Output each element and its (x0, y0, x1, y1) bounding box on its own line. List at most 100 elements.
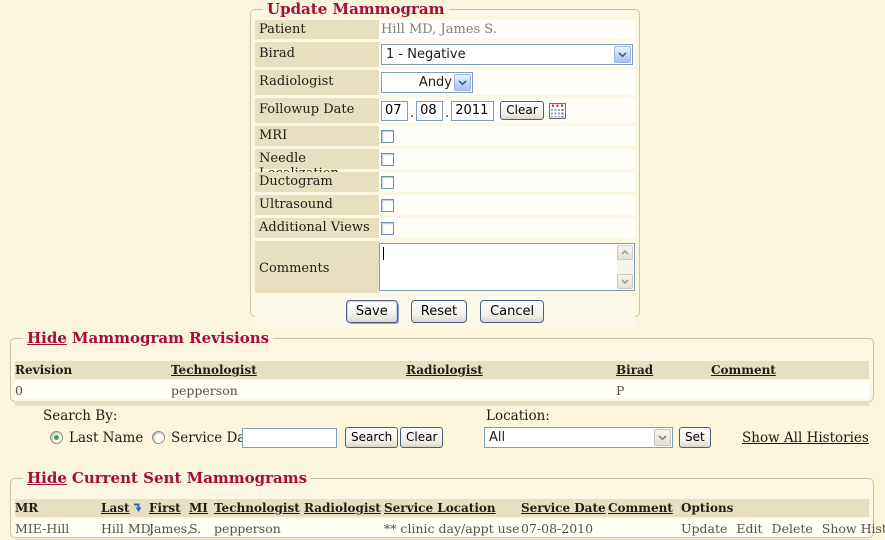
comments-label: Comments (255, 241, 379, 293)
sent-table-row: MIE-Hill Hill MD, James, S. pepperson **… (15, 519, 869, 537)
location-selected-value: All (489, 430, 505, 445)
ductogram-checkbox[interactable] (381, 176, 394, 189)
comments-textarea[interactable] (379, 243, 635, 291)
last-name-radio-label[interactable]: Last Name (69, 430, 143, 446)
column-mr: MR (15, 501, 101, 515)
additional-views-checkbox[interactable] (381, 222, 394, 235)
search-by-label: Search By: (43, 408, 117, 424)
birad-row: Birad 1 - Negative (255, 42, 635, 67)
hide-sent-link[interactable]: Hide (27, 469, 67, 487)
ultrasound-checkbox[interactable] (381, 199, 394, 212)
birad-selected-value: 1 - Negative (386, 47, 466, 62)
clear-date-button[interactable]: Clear (500, 101, 543, 120)
date-separator: . (445, 106, 449, 121)
needle-localization-checkbox[interactable] (381, 153, 394, 166)
followup-date-label: Followup Date (255, 98, 379, 123)
radiologist-select[interactable]: Andy (381, 72, 473, 93)
column-options: Options (681, 501, 869, 515)
location-select[interactable]: All (484, 427, 673, 448)
form-title: Update Mammogram (263, 0, 449, 18)
column-revision: Revision (15, 363, 171, 377)
ultrasound-row: Ultrasound (255, 195, 635, 215)
birad-select[interactable]: 1 - Negative (381, 44, 633, 65)
clear-search-button[interactable]: Clear (400, 427, 443, 448)
show-history-link[interactable]: Show History (822, 521, 885, 536)
birad-cell: P (616, 383, 711, 398)
followup-year-input[interactable] (451, 101, 494, 121)
column-service-date[interactable]: Service Date (521, 501, 608, 515)
first-cell: James, (149, 521, 189, 536)
column-radiologist[interactable]: Radiologist (406, 363, 616, 377)
needle-localization-row: Needle Localization (255, 149, 635, 169)
column-radiologist[interactable]: Radiologist (304, 501, 384, 515)
mr-cell: MIE-Hill (15, 521, 101, 536)
chevron-down-icon[interactable] (654, 429, 671, 446)
revisions-legend: Hide Mammogram Revisions (23, 329, 273, 347)
last-cell: Hill MD, (101, 521, 149, 536)
column-mi[interactable]: MI (189, 501, 214, 515)
sent-title: Current Sent Mammograms (72, 469, 307, 487)
technologist-cell: pepperson (171, 383, 406, 398)
radiologist-label: Radiologist (255, 70, 379, 95)
options-cell: Update Edit Delete Show History (681, 521, 885, 536)
column-technologist[interactable]: Technologist (171, 363, 406, 377)
location-label: Location: (486, 408, 550, 424)
reset-button[interactable]: Reset (411, 300, 467, 323)
set-location-button[interactable]: Set (679, 427, 711, 448)
current-sent-mammograms-section: HideCurrent Sent Mammograms MR Last Firs… (10, 478, 874, 538)
column-first[interactable]: First (149, 501, 189, 515)
search-input[interactable] (242, 428, 337, 448)
technologist-cell: pepperson (214, 521, 304, 536)
service-location-cell: ** clinic day/appt use (384, 521, 521, 536)
column-technologist[interactable]: Technologist (214, 501, 304, 515)
additional-views-row: Additional Views (255, 218, 635, 238)
save-button[interactable]: Save (346, 300, 398, 323)
sent-header-row: MR Last First MI Technologist Radiologis… (15, 499, 869, 517)
show-all-histories-link[interactable]: Show All Histories (742, 430, 869, 446)
mri-label: MRI (255, 126, 379, 146)
radiologist-row: Radiologist Andy (255, 70, 635, 95)
sent-legend: Hide Current Sent Mammograms (23, 469, 311, 487)
revisions-title: Mammogram Revisions (72, 329, 269, 347)
text-caret (383, 247, 384, 260)
sort-descending-icon (132, 502, 143, 516)
mri-row: MRI (255, 126, 635, 146)
followup-month-input[interactable] (381, 101, 408, 121)
scrollbar[interactable] (617, 245, 633, 289)
edit-link[interactable]: Edit (736, 521, 762, 536)
last-name-radio[interactable] (50, 431, 63, 444)
search-button[interactable]: Search (345, 427, 398, 448)
column-last[interactable]: Last (101, 501, 149, 516)
column-comment[interactable]: Comment (711, 363, 869, 377)
comments-row: Comments (255, 241, 635, 293)
followup-day-input[interactable] (416, 101, 443, 121)
mri-checkbox[interactable] (381, 130, 394, 143)
column-service-location[interactable]: Service Location (384, 501, 521, 515)
followup-date-row: Followup Date . . Clear (255, 98, 635, 123)
radiologist-selected-value: Andy (419, 75, 452, 90)
column-comment[interactable]: Comment (608, 501, 681, 515)
cancel-button[interactable]: Cancel (480, 300, 544, 323)
table-footer-strip (15, 401, 869, 406)
revision-cell: 0 (15, 383, 171, 398)
needle-localization-label: Needle Localization (255, 149, 379, 169)
date-separator: . (410, 106, 414, 121)
mi-cell: S. (189, 521, 214, 536)
delete-link[interactable]: Delete (772, 521, 813, 536)
scroll-up-icon[interactable] (617, 245, 633, 260)
ductogram-label: Ductogram (255, 172, 379, 192)
chevron-down-icon[interactable] (454, 74, 471, 91)
scroll-down-icon[interactable] (617, 274, 633, 289)
service-date-radio[interactable] (152, 431, 165, 444)
form-button-bar: Save Reset Cancel (255, 296, 635, 328)
column-birad[interactable]: Birad (616, 363, 711, 377)
patient-value: Hill MD, James S. (379, 20, 635, 39)
update-link[interactable]: Update (681, 521, 727, 536)
revisions-header-row: Revision Technologist Radiologist Birad … (15, 361, 869, 379)
additional-views-label: Additional Views (255, 218, 379, 238)
chevron-down-icon[interactable] (614, 46, 631, 63)
patient-row: Patient Hill MD, James S. (255, 20, 635, 39)
mammogram-revisions-section: HideMammogram Revisions Revision Technol… (10, 338, 874, 402)
calendar-icon[interactable] (549, 103, 566, 119)
hide-revisions-link[interactable]: Hide (27, 329, 67, 347)
